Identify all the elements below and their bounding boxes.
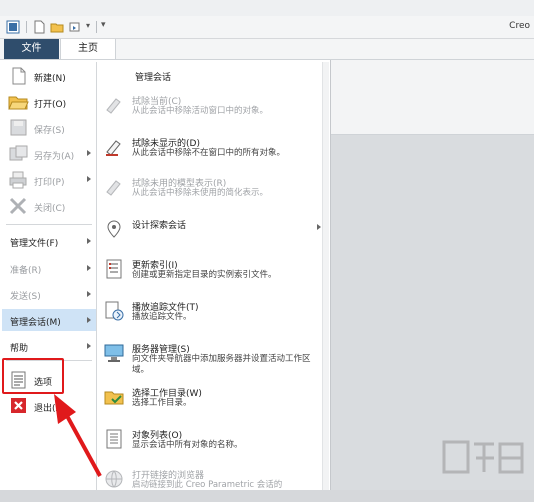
chevron-right-icon — [87, 317, 91, 323]
menu-new[interactable]: 新建(N) — [2, 64, 96, 88]
exit-icon — [11, 398, 26, 413]
menu-save-as-label: 另存为(A) — [34, 152, 75, 162]
section-manage-session-label: 管理会话(M) — [10, 318, 61, 328]
submenu-item-desc: 向文件夹导航器中添加服务器并设置活动工作区域。 — [132, 354, 311, 375]
window-icon[interactable] — [6, 20, 20, 34]
watermark-logo — [442, 440, 524, 474]
chevron-right-icon — [87, 150, 91, 156]
open-icon[interactable] — [50, 20, 64, 34]
options-highlight-box — [2, 358, 64, 394]
chevron-right-icon — [317, 224, 321, 230]
new-file-icon — [12, 67, 26, 85]
submenu-item-desc: 从此会话中移除活动窗口中的对象。 — [132, 106, 269, 116]
erase-not-displayed-icon — [106, 140, 121, 156]
submenu-design-exploration[interactable]: 设计探索会话 — [97, 212, 323, 252]
menu-new-label: 新建(N) — [34, 74, 66, 84]
chevron-right-icon — [87, 343, 91, 349]
customize-qat-icon[interactable]: ▾ — [101, 20, 106, 30]
play-trail-icon — [105, 301, 124, 321]
menu-close[interactable]: 关闭(C) — [2, 194, 96, 218]
submenu-erase-current[interactable]: 拭除当前(C) 从此会话中移除活动窗口中的对象。 — [97, 88, 323, 128]
erase-unused-reps-icon — [106, 180, 121, 196]
menu-open-label: 打开(O) — [34, 100, 67, 110]
section-manage-file[interactable]: 管理文件(F) — [2, 230, 96, 252]
design-exploration-icon — [107, 220, 121, 238]
section-help-label: 帮助 — [10, 344, 29, 354]
menu-print[interactable]: 打印(P) — [2, 168, 96, 192]
submenu-item-desc: 显示会话中所有对象的名称。 — [132, 440, 243, 450]
submenu-erase-not-displayed[interactable]: 拭除未显示的(D) 从此会话中移除不在窗口中的所有对象。 — [97, 130, 323, 170]
submenu-item-title: 设计探索会话 — [132, 221, 187, 231]
save-icon — [10, 119, 27, 136]
title-strip — [0, 0, 534, 17]
submenu-linked-browser[interactable]: 打开链接的浏览器 启动链接到此 Creo Parametric 会话的 — [97, 462, 323, 502]
server-management-icon — [104, 344, 124, 362]
submenu-heading: 管理会话 — [135, 73, 172, 83]
section-send[interactable]: 发送(S) — [2, 283, 96, 305]
submenu-update-index[interactable]: 更新索引(I) 创建或更新指定目录的实例索引文件。 — [97, 252, 323, 292]
print-icon — [9, 171, 27, 189]
chevron-right-icon — [87, 291, 91, 297]
chevron-right-icon — [87, 176, 91, 182]
submenu-item-desc: 从此会话中移除不在窗口中的所有对象。 — [132, 148, 286, 158]
menu-open[interactable]: 打开(O) — [2, 90, 96, 114]
submenu-item-desc: 从此会话中移除未使用的简化表示。 — [132, 188, 269, 198]
update-index-icon — [106, 259, 122, 279]
regenerate-icon[interactable] — [68, 20, 82, 34]
ribbon-tabs: 文件 主页 — [0, 39, 534, 60]
close-icon — [9, 197, 27, 215]
qat-dropdown-icon[interactable]: ▾ — [86, 21, 90, 30]
menu-print-label: 打印(P) — [34, 178, 65, 188]
menu-save-as[interactable]: 另存为(A) — [2, 142, 96, 166]
erase-current-icon — [106, 98, 121, 114]
submenu-scrollbar[interactable] — [322, 62, 329, 490]
submenu-erase-unused-reps[interactable]: 拭除未用的模型表示(R) 从此会话中移除未使用的简化表示。 — [97, 170, 323, 210]
app-title: Creo — [509, 21, 530, 31]
ribbon-area — [330, 60, 534, 135]
submenu-working-directory[interactable]: 选择工作目录(W) 选择工作目录。 — [97, 380, 323, 420]
submenu-play-trail[interactable]: 播放追踪文件(T) 播放追踪文件。 — [97, 294, 323, 334]
section-manage-session[interactable]: 管理会话(M) — [2, 309, 96, 331]
chevron-right-icon — [87, 265, 91, 271]
submenu-object-list[interactable]: 对象列表(O) 显示会话中所有对象的名称。 — [97, 422, 323, 462]
tab-home[interactable]: 主页 — [60, 39, 116, 59]
quick-access-toolbar: ▾ ▾ Creo — [0, 16, 534, 39]
menu-save[interactable]: 保存(S) — [2, 116, 96, 140]
menu-close-label: 关闭(C) — [34, 204, 66, 214]
red-arrow-annotation-icon — [54, 394, 102, 477]
section-manage-file-label: 管理文件(F) — [10, 239, 59, 249]
save-as-icon — [9, 145, 28, 161]
manage-session-submenu: 管理会话 拭除当前(C) 从此会话中移除活动窗口中的对象。 拭除未显示的(D) … — [97, 62, 323, 490]
new-icon[interactable] — [32, 20, 46, 34]
submenu-server-management[interactable]: 服务器管理(S) 向文件夹导航器中添加服务器并设置活动工作区域。 — [97, 336, 323, 376]
submenu-item-desc: 播放追踪文件。 — [132, 312, 192, 322]
submenu-item-desc: 创建或更新指定目录的实例索引文件。 — [132, 270, 277, 280]
section-prepare[interactable]: 准备(R) — [2, 257, 96, 279]
tab-file[interactable]: 文件 — [4, 39, 59, 59]
section-prepare-label: 准备(R) — [10, 266, 42, 276]
section-send-label: 发送(S) — [10, 292, 41, 302]
chevron-right-icon — [87, 238, 91, 244]
menu-divider — [6, 224, 92, 225]
submenu-item-desc: 启动链接到此 Creo Parametric 会话的 — [132, 480, 283, 490]
menu-save-label: 保存(S) — [34, 126, 65, 136]
submenu-item-desc: 选择工作目录。 — [132, 398, 192, 408]
section-help[interactable]: 帮助 — [2, 335, 96, 357]
open-folder-icon — [8, 96, 29, 110]
